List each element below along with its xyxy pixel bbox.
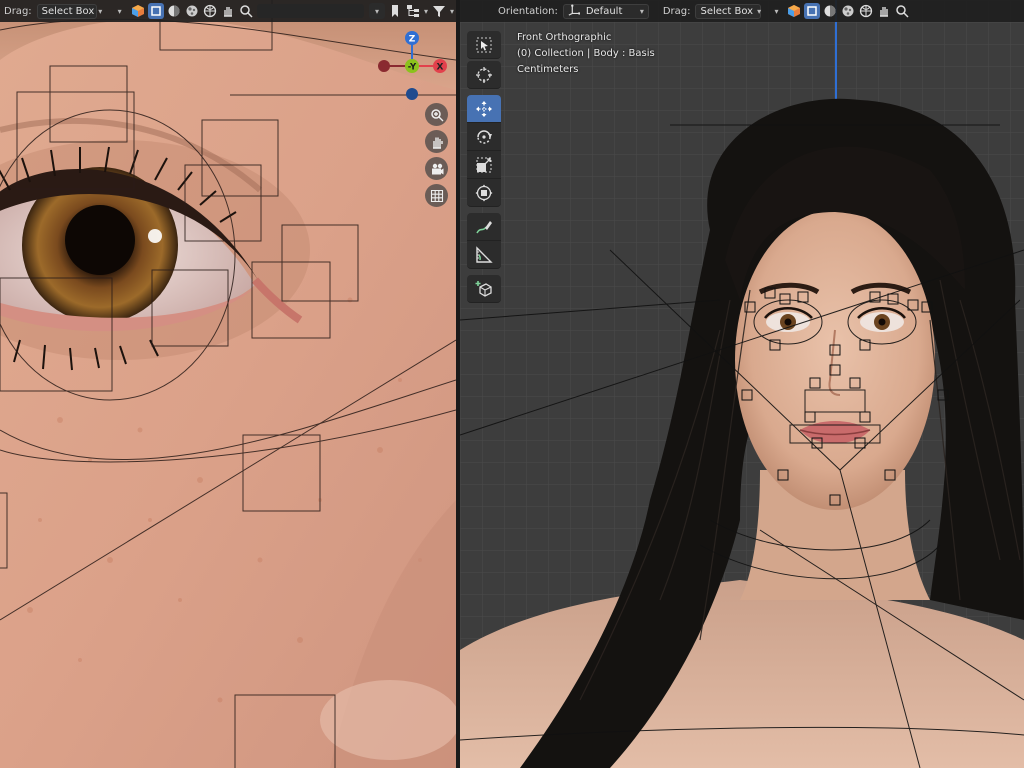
chevron-down-icon[interactable]: ▾ [424,7,428,16]
neg-z-axis-handle[interactable] [406,88,418,100]
scale-tool[interactable] [467,151,501,179]
solid-shading-icon[interactable] [804,3,821,19]
chevron-down-icon: ▾ [774,6,779,16]
move-tool[interactable] [467,95,501,123]
transform-icon [475,184,493,201]
perspective-toggle-button[interactable] [425,184,448,207]
zoom-button[interactable] [425,103,448,126]
hand-grab-icon[interactable] [876,3,892,19]
pencil-curve-icon [476,220,492,233]
add-cube-icon [475,280,492,297]
drag-mode-value: Select Box [700,5,754,17]
character-front-render [460,0,1024,768]
viewport-shading-material-icon[interactable] [840,3,856,19]
magnifier-icon [430,108,443,121]
ruler-icon [476,245,493,263]
view-name: Front Orthographic [517,32,612,43]
collection-info: (0) Collection | Body : Basis [517,48,655,59]
drag-label: Drag: [4,5,32,17]
hierarchy-icon[interactable] [405,3,421,19]
select-box-tool[interactable] [467,31,501,59]
cursor-tool[interactable] [467,61,501,89]
solid-shading-icon[interactable] [147,3,164,19]
annotate-tool[interactable] [467,213,501,241]
object-type-visibility-icon[interactable] [786,3,802,19]
pan-button[interactable] [425,130,448,153]
chevron-down-icon: ▾ [757,6,762,16]
viewport-shading-solid-icon[interactable] [166,3,182,19]
rotate-icon [477,129,492,144]
transform-orientation-icon [568,4,581,19]
hand-grab-icon[interactable] [220,3,236,19]
drag-mode-dropdown[interactable]: Select Box ▾ [36,3,102,19]
select-mode-dropdown[interactable]: ▾ [768,3,784,19]
right-viewport-header: Orientation: Default ▾ Drag: Select Box … [460,0,1024,22]
chevron-down-icon: ▾ [639,6,644,16]
viewport-shading-rendered-icon[interactable] [202,3,218,19]
search-icon[interactable] [238,3,254,19]
scale-icon [476,157,492,172]
left-viewport-header: Drag: Select Box ▾ ▾ ▾ ▾ ▾ [0,0,456,22]
chevron-down-icon[interactable]: ▾ [450,7,454,16]
orientation-label: Orientation: [498,5,558,17]
right-3d-viewport[interactable]: Orientation: Default ▾ Drag: Select Box … [460,0,1024,768]
x-axis-label: X [437,63,444,73]
chevron-down-icon: ▾ [98,6,103,16]
orientation-value: Default [585,5,623,17]
filter-icon[interactable] [431,3,447,19]
crosshair-icon [476,66,492,83]
viewport-shading-material-icon[interactable] [184,3,200,19]
eye-closeup-render [0,0,456,768]
viewport-shading-rendered-icon[interactable] [858,3,874,19]
grid-icon [430,189,443,202]
navigation-gizmo[interactable]: Z X -Y [376,30,448,102]
hand-icon [432,137,443,149]
transform-tool[interactable] [467,179,501,207]
chevron-down-icon[interactable]: ▾ [368,3,385,19]
camera-view-button[interactable] [425,157,448,180]
search-field[interactable] [256,4,364,18]
rotate-tool[interactable] [467,123,501,151]
drag-label: Drag: [662,5,691,17]
left-3d-viewport[interactable]: Drag: Select Box ▾ ▾ ▾ ▾ ▾ Z X -Y [0,0,456,768]
measure-tool[interactable] [467,241,501,269]
move-arrows-icon [476,100,492,117]
tool-shelf [467,31,501,303]
camera-icon [431,163,443,174]
drag-mode-dropdown[interactable]: Select Box ▾ [695,3,762,19]
cursor-arrow-icon [476,37,492,52]
chevron-down-icon: ▾ [117,6,122,16]
object-type-visibility-icon[interactable] [130,3,146,19]
neg-x-axis-handle[interactable] [378,60,390,72]
drag-mode-value: Select Box [41,5,95,17]
units-label: Centimeters [517,64,579,75]
neg-y-axis-label: -Y [408,63,417,73]
viewport-info-overlay: Front Orthographic (0) Collection | Body… [517,30,655,78]
search-icon[interactable] [894,3,910,19]
z-axis-label: Z [409,35,416,45]
viewport-shading-solid-icon[interactable] [822,3,838,19]
select-mode-dropdown[interactable]: ▾ [112,3,128,19]
bookmark-icon[interactable] [387,3,403,19]
orientation-dropdown[interactable]: Default ▾ [562,3,649,19]
add-cube-tool[interactable] [467,275,501,303]
